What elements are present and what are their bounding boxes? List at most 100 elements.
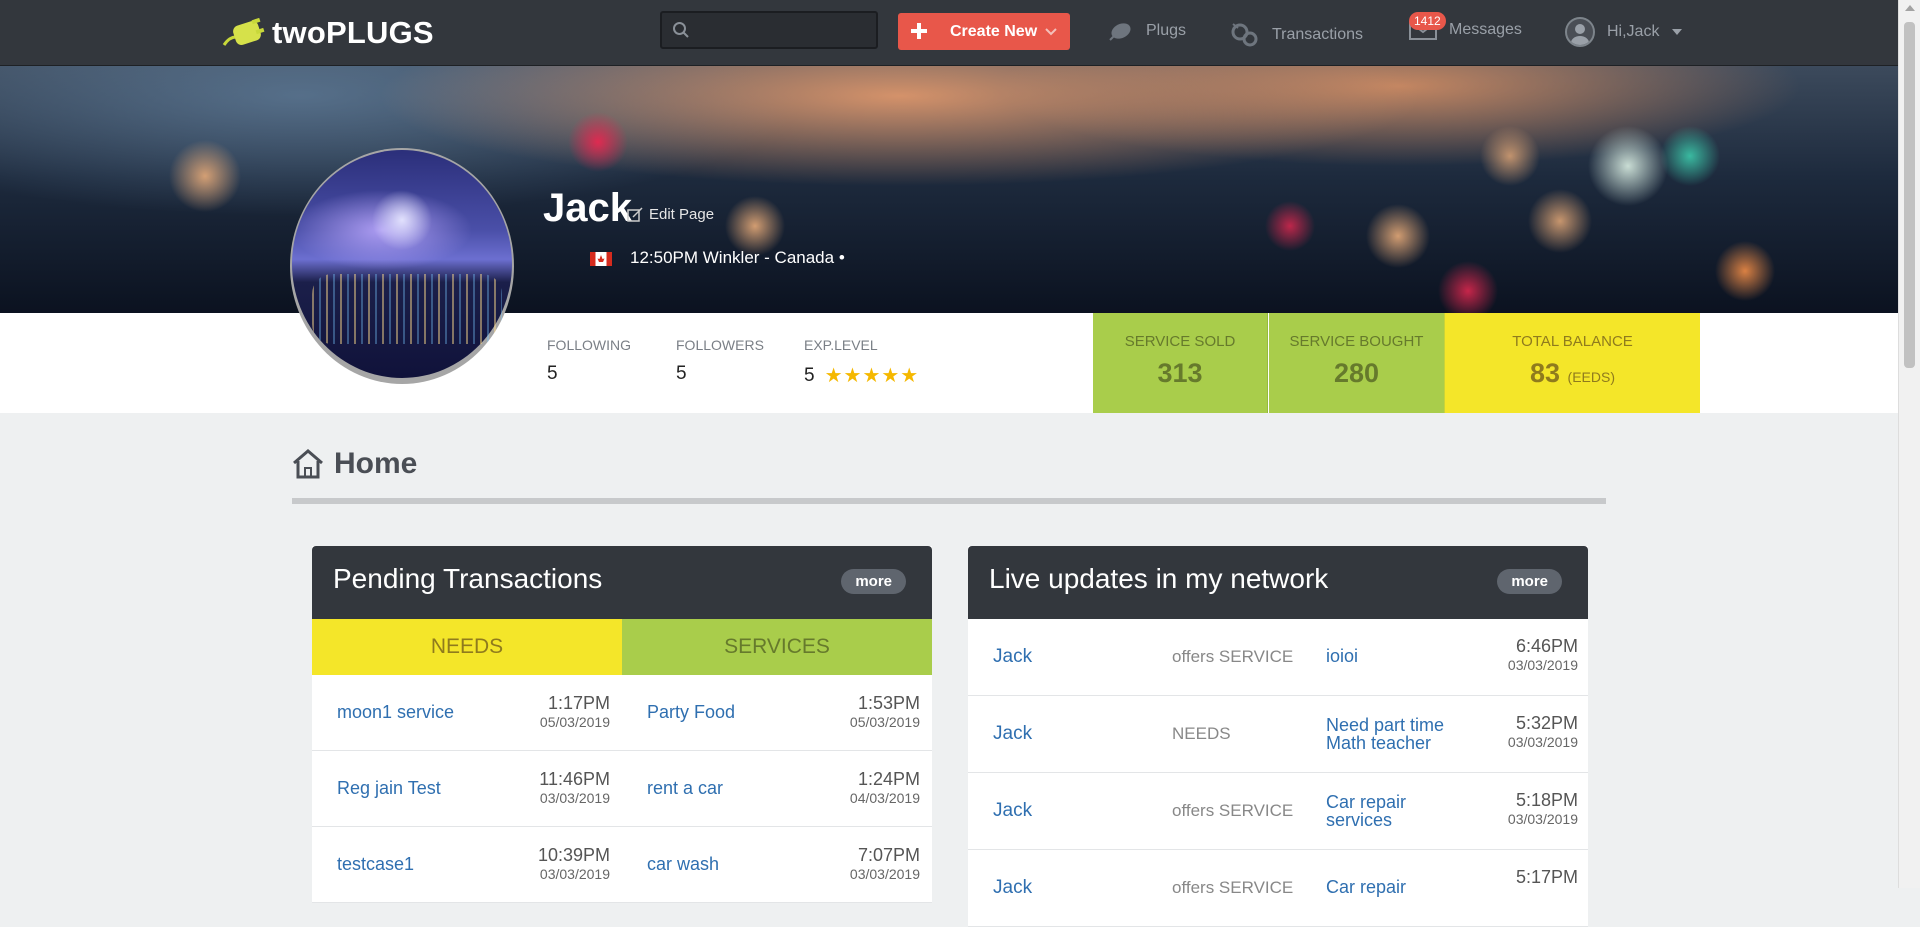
followers-count: 5 (676, 363, 687, 384)
edit-page-link[interactable]: Edit Page (627, 206, 714, 223)
list-item: Jack offers SERVICE Car repair services … (968, 773, 1588, 850)
following-stat[interactable]: FOLLOWING 5 (547, 337, 631, 385)
exp-level-value: 5 (804, 364, 815, 386)
need-link[interactable]: Reg jain Test (337, 778, 441, 799)
canada-flag-icon (590, 251, 612, 266)
need-cell: Reg jain Test 11:46PM 03/03/2019 (312, 751, 622, 826)
pending-transactions-header: Pending Transactions more (312, 546, 932, 619)
total-balance-tile: TOTAL BALANCE 83 (EEDS) (1444, 313, 1700, 413)
home-icon (293, 449, 323, 479)
need-time: 10:39PM (537, 845, 610, 865)
divider (292, 498, 1606, 504)
nav-transactions-label: Transactions (1272, 26, 1363, 43)
list-item: Jack NEEDS Need part time Math teacher 5… (968, 696, 1588, 773)
search-input[interactable] (696, 13, 870, 49)
table-row: Reg jain Test 11:46PM 03/03/2019 rent a c… (312, 751, 932, 827)
plug-logo-icon (222, 17, 265, 46)
live-more-button[interactable]: more (1497, 569, 1562, 594)
plus-icon (911, 23, 927, 39)
pending-transactions-panel: Pending Transactions more NEEDS SERVICES… (312, 546, 932, 903)
pending-columns: NEEDS SERVICES (312, 619, 932, 675)
user-link[interactable]: Jack (993, 877, 1032, 899)
user-icon (1571, 24, 1589, 45)
update-action: offers SERVICE (1172, 801, 1294, 820)
user-link[interactable]: Jack (993, 800, 1032, 822)
service-bought-value: 280 (1333, 358, 1380, 388)
list-item: Jack offers SERVICE ioioi 6:46PM 03/03/20… (968, 619, 1588, 696)
profile-photo[interactable] (290, 148, 514, 384)
table-row: testcase1 10:39PM 03/03/2019 car wash 7:0… (312, 827, 932, 903)
table-row: moon1 service 1:17PM 05/03/2019 Party Foo… (312, 675, 932, 751)
logo-text: twoPLUGS (272, 15, 434, 50)
create-new-label: Create New (950, 23, 1038, 40)
need-cell: moon1 service 1:17PM 05/03/2019 (312, 675, 622, 750)
need-cell: testcase1 10:39PM 03/03/2019 (312, 827, 622, 902)
service-link[interactable]: Party Food (647, 702, 735, 723)
service-time: 1:24PM (857, 769, 920, 789)
live-updates-panel: Live updates in my network more Jack off… (968, 546, 1588, 927)
followers-label: FOLLOWERS (676, 337, 764, 353)
nav-transactions[interactable]: Transactions (1230, 22, 1363, 48)
profile-name: Jack (543, 186, 632, 230)
exp-level-stat: EXP.LEVEL 5 ★★★★★ (804, 337, 919, 388)
service-cell: rent a car 1:24PM 04/03/2019 (622, 751, 932, 826)
nav-plugs-label: Plugs (1146, 22, 1187, 39)
services-column-header[interactable]: SERVICES (622, 619, 932, 675)
update-time: 5:17PM (1515, 867, 1578, 887)
user-menu[interactable]: Hi,Jack (1565, 17, 1683, 47)
live-updates-title: Live updates in my network (989, 563, 1329, 594)
caret-down-icon (1672, 29, 1683, 35)
needs-column-header[interactable]: NEEDS (312, 619, 622, 675)
logo[interactable]: twoPLUGS (218, 15, 434, 51)
edit-page-label: Edit Page (649, 206, 715, 223)
total-balance-label: TOTAL BALANCE (1512, 333, 1633, 350)
update-action: NEEDS (1172, 724, 1231, 743)
service-time: 1:53PM (857, 693, 920, 713)
search-box[interactable] (660, 11, 878, 49)
service-bought-label: SERVICE BOUGHT (1289, 333, 1424, 350)
update-date: 03/03/2019 (1507, 657, 1578, 673)
need-link[interactable]: testcase1 (337, 854, 414, 875)
chevron-down-icon[interactable] (1044, 25, 1058, 39)
search-icon (673, 22, 689, 38)
page-title: Home (292, 447, 417, 481)
page-scrollbar[interactable] (1898, 0, 1920, 888)
user-link[interactable]: Jack (993, 646, 1032, 668)
scroll-up-icon[interactable] (1905, 5, 1915, 11)
pending-more-button[interactable]: more (841, 569, 906, 594)
exp-level-label: EXP.LEVEL (804, 337, 878, 353)
service-link[interactable]: car wash (647, 854, 719, 875)
star-rating-icon: ★★★★★ (824, 365, 920, 387)
update-date: 03/03/2019 (1507, 734, 1578, 750)
update-action: offers SERVICE (1172, 647, 1294, 666)
scrollbar-thumb[interactable] (1904, 22, 1915, 368)
update-action: offers SERVICE (1172, 878, 1294, 897)
update-time: 5:32PM (1515, 713, 1578, 733)
update-item-link[interactable]: Need part time Math teacher (1326, 716, 1466, 752)
need-time: 1:17PM (547, 693, 610, 713)
create-new-button[interactable]: Create New (898, 13, 1070, 50)
total-balance-value: 83 (1529, 358, 1561, 388)
update-time: 5:18PM (1515, 790, 1578, 810)
edit-icon (627, 206, 643, 222)
following-count: 5 (547, 363, 558, 384)
service-bought-tile: SERVICE BOUGHT 280 (1269, 313, 1444, 413)
update-item-link[interactable]: Car repair (1326, 878, 1466, 896)
following-label: FOLLOWING (547, 337, 632, 353)
update-item-link[interactable]: ioioi (1326, 647, 1466, 665)
service-link[interactable]: rent a car (647, 778, 723, 799)
followers-stat[interactable]: FOLLOWERS 5 (676, 337, 764, 385)
messages-count-badge: 1412 (1409, 12, 1446, 30)
city-lights-reflection (312, 274, 502, 344)
list-item: Jack offers SERVICE Car repair 5:17PM (968, 850, 1588, 927)
need-link[interactable]: moon1 service (337, 702, 454, 723)
user-link[interactable]: Jack (993, 723, 1032, 745)
service-time: 7:07PM (857, 845, 920, 865)
profile-location: 12:50PM Winkler - Canada • (590, 248, 845, 268)
update-time: 6:46PM (1515, 636, 1578, 656)
service-date: 03/03/2019 (849, 866, 920, 882)
update-item-link[interactable]: Car repair services (1326, 793, 1466, 829)
service-sold-label: SERVICE SOLD (1124, 333, 1236, 350)
service-date: 04/03/2019 (849, 790, 920, 806)
nav-plugs[interactable]: Plugs (1108, 20, 1186, 42)
